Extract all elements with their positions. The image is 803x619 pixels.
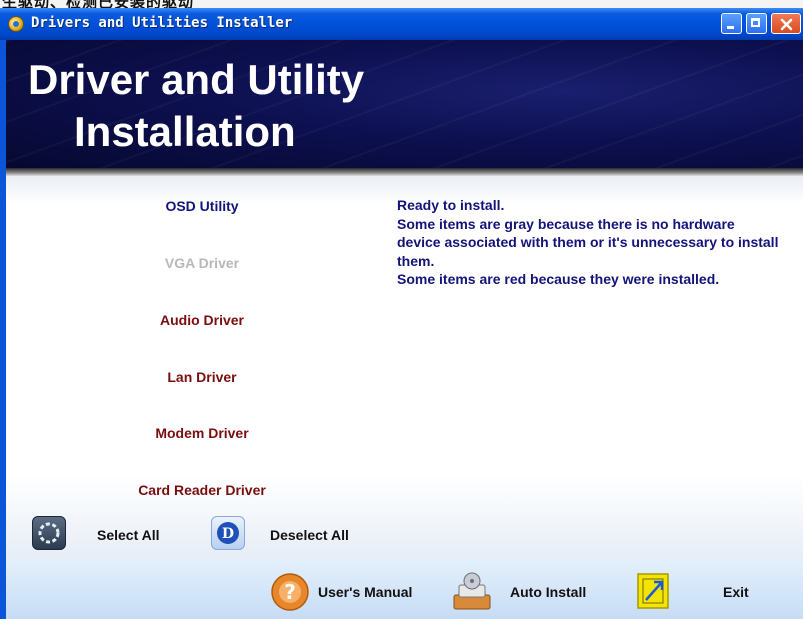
header-banner: Driver and Utility Installation xyxy=(6,40,803,168)
status-message: Ready to install. Some items are gray be… xyxy=(397,196,782,289)
item-lan-driver[interactable]: Lan Driver xyxy=(102,369,302,385)
svg-text:?: ? xyxy=(284,580,296,604)
minimize-button[interactable] xyxy=(721,13,742,34)
banner-title: Driver and Utility Installation xyxy=(28,54,364,158)
exit-icon[interactable] xyxy=(636,572,672,614)
status-line-gray: Some items are gray because there is no … xyxy=(397,215,779,269)
users-manual-button[interactable]: User's Manual xyxy=(318,584,412,600)
select-all-button[interactable]: Select All xyxy=(97,527,160,543)
item-modem-driver[interactable]: Modem Driver xyxy=(102,425,302,441)
banner-title-line2: Installation xyxy=(74,108,296,155)
ring-icon xyxy=(38,522,60,544)
background-text: 生驱动、检测已安装的驱动 xyxy=(2,0,194,8)
auto-install-button[interactable]: Auto Install xyxy=(510,584,586,600)
deselect-icon-letter: D xyxy=(222,526,234,542)
status-line-ready: Ready to install. xyxy=(397,197,505,213)
exit-button[interactable]: Exit xyxy=(723,584,749,600)
item-osd-utility[interactable]: OSD Utility xyxy=(102,198,302,214)
banner-divider xyxy=(6,168,803,176)
item-vga-driver[interactable]: VGA Driver xyxy=(102,255,302,271)
help-icon[interactable]: ? xyxy=(270,572,310,616)
install-icon[interactable] xyxy=(451,571,493,617)
app-icon xyxy=(8,16,24,32)
item-card-reader-driver[interactable]: Card Reader Driver xyxy=(102,482,302,498)
deselect-all-icon[interactable]: D xyxy=(211,516,245,550)
title-bar[interactable]: Drivers and Utilities Installer xyxy=(0,8,803,40)
select-all-icon[interactable] xyxy=(32,516,66,550)
close-button[interactable] xyxy=(771,13,801,34)
close-icon xyxy=(780,18,793,31)
window-title: Drivers and Utilities Installer xyxy=(31,15,293,31)
banner-title-line1: Driver and Utility xyxy=(28,56,365,103)
d-letter-icon: D xyxy=(217,522,239,544)
deselect-all-button[interactable]: Deselect All xyxy=(270,527,349,543)
background-text-strip: 生驱动、检测已安装的驱动 xyxy=(0,0,803,8)
status-line-red: Some items are red because they were ins… xyxy=(397,271,720,287)
maximize-button[interactable] xyxy=(746,13,767,34)
item-audio-driver[interactable]: Audio Driver xyxy=(102,312,302,328)
